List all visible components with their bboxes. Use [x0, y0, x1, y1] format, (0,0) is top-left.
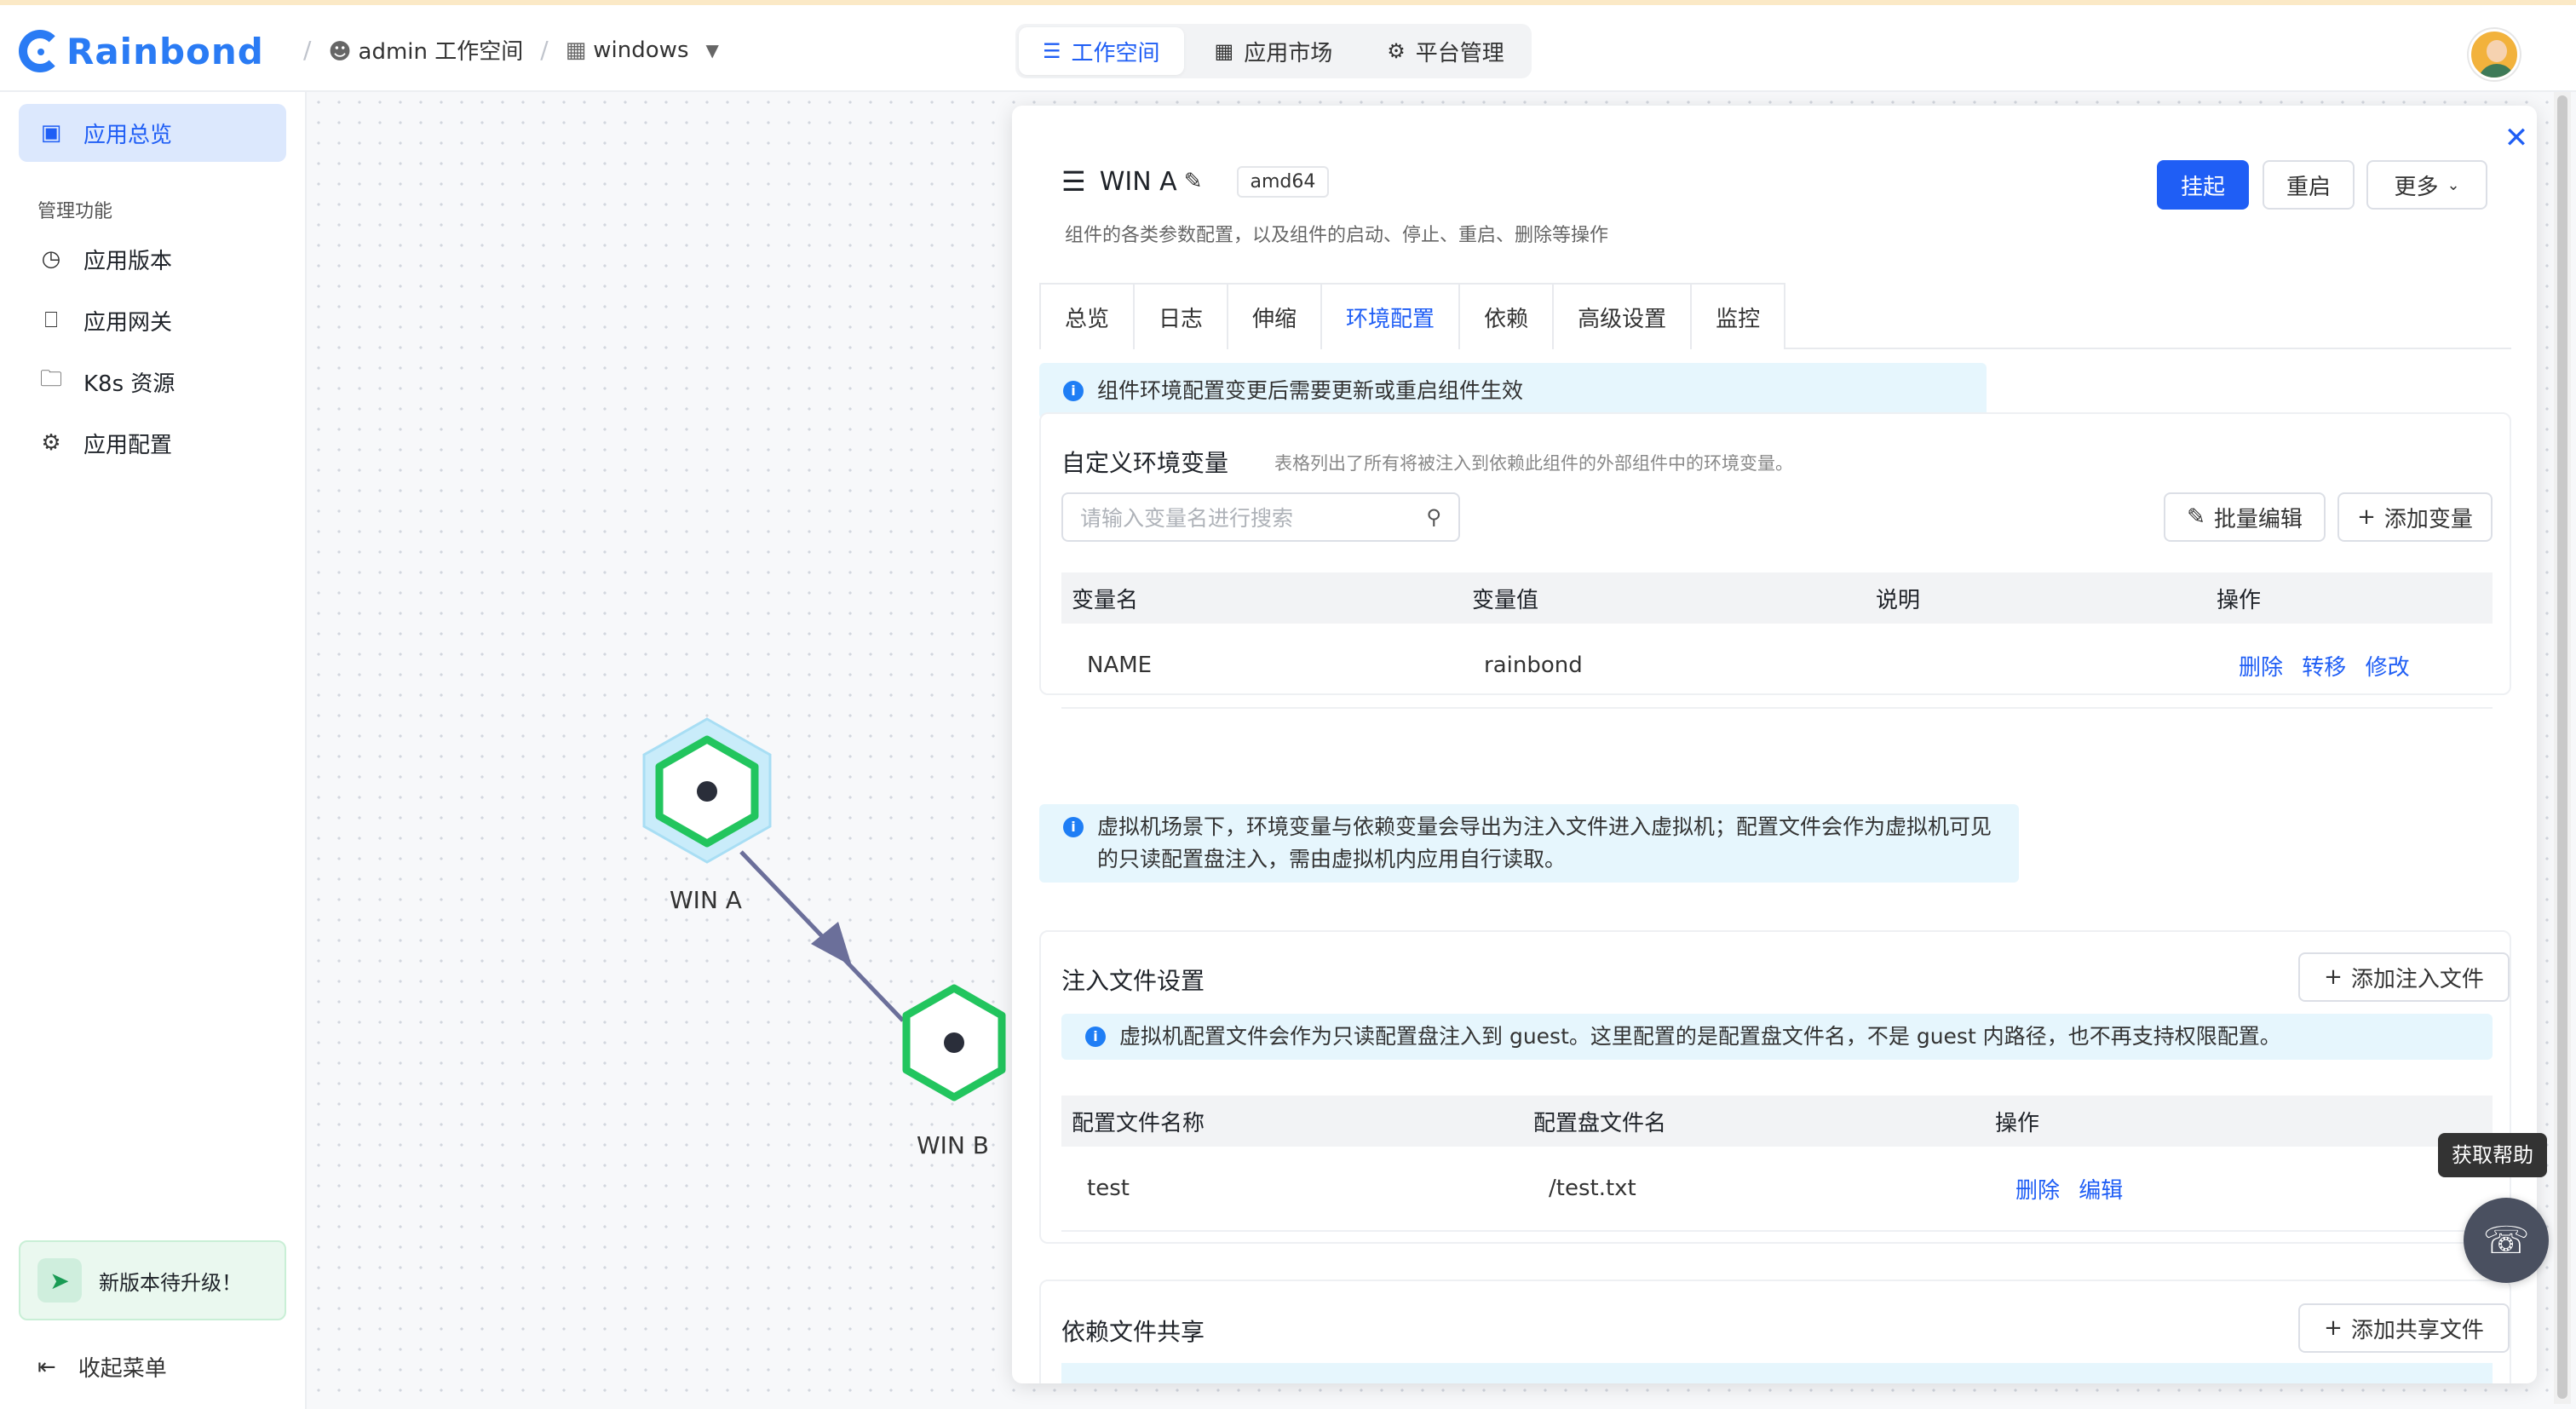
- add-var-button[interactable]: + 添加变量: [2337, 492, 2493, 542]
- batch-edit-label: 批量编辑: [2213, 506, 2303, 532]
- plus-icon: +: [2324, 1315, 2343, 1341]
- layers-icon: ☰: [1061, 165, 1086, 198]
- chevron-down-icon: ⌄: [2447, 175, 2460, 194]
- restart-button[interactable]: 重启: [2263, 160, 2355, 210]
- tab-label: 监控: [1716, 306, 1761, 332]
- inject-files-card: 注入文件设置 + 添加注入文件 i 虚拟机配置文件会作为只读配置盘注入到 gue…: [1039, 930, 2511, 1244]
- help-tooltip: 获取帮助: [2438, 1133, 2547, 1177]
- node-label-win-b: WIN B: [917, 1131, 989, 1159]
- drawer-subtitle: 组件的各类参数配置，以及组件的启动、停止、重启、删除等操作: [1065, 225, 1609, 246]
- plus-icon: +: [2324, 964, 2343, 990]
- edit-icon: ✎: [2187, 504, 2205, 530]
- suspend-label: 挂起: [2180, 174, 2225, 200]
- add-inject-file-button[interactable]: + 添加注入文件: [2298, 952, 2510, 1002]
- close-icon[interactable]: ✕: [2499, 121, 2533, 155]
- tab-label: 环境配置: [1346, 306, 1435, 332]
- tab-dependencies[interactable]: 依赖: [1458, 283, 1553, 349]
- add-shared-file-label: 添加共享文件: [2350, 1317, 2484, 1343]
- info-icon: i: [1085, 1027, 1106, 1047]
- tab-advanced[interactable]: 高级设置: [1552, 283, 1691, 349]
- env-notice-text: 组件环境配置变更后需要更新或重启组件生效: [1097, 378, 1524, 403]
- tab-label: 总览: [1065, 306, 1110, 332]
- restart-label: 重启: [2286, 174, 2331, 200]
- tab-logs[interactable]: 日志: [1133, 283, 1228, 349]
- transfer-link[interactable]: 转移: [2302, 655, 2346, 681]
- modify-link[interactable]: 修改: [2366, 655, 2410, 681]
- node-core: [944, 1032, 964, 1053]
- column-header: 操作: [1995, 1110, 2040, 1136]
- env-var-name: NAME: [1087, 653, 1153, 678]
- add-inject-file-label: 添加注入文件: [2350, 966, 2484, 992]
- suspend-button[interactable]: 挂起: [2157, 160, 2249, 210]
- env-notice: i 组件环境配置变更后需要更新或重启组件生效: [1039, 363, 1987, 419]
- tab-overview[interactable]: 总览: [1039, 283, 1134, 349]
- node-core: [697, 781, 717, 802]
- inject-notice-text: 虚拟机配置文件会作为只读配置盘注入到 guest。这里配置的是配置盘文件名，不是…: [1119, 1024, 2281, 1049]
- inject-card-title: 注入文件设置: [1061, 967, 1205, 995]
- headset-icon: ☏: [2482, 1218, 2530, 1262]
- drawer-tabs: 总览 日志 伸缩 环境配置 依赖 高级设置 监控: [1039, 283, 2511, 349]
- component-drawer: ✕ ☰ WIN A ✎ amd64 组件的各类参数配置，以及组件的启动、停止、重…: [1012, 106, 2537, 1383]
- env-table-header: 变量名 变量值 说明 操作: [1061, 572, 2493, 624]
- inject-notice: i 虚拟机配置文件会作为只读配置盘注入到 guest。这里配置的是配置盘文件名，…: [1061, 1014, 2493, 1060]
- table-row: test /test.txt 删除 编辑: [1061, 1147, 2493, 1232]
- tab-scaling[interactable]: 伸缩: [1227, 283, 1321, 349]
- add-var-label: 添加变量: [2383, 506, 2473, 532]
- env-vars-card: 自定义环境变量 表格列出了所有将被注入到依赖此组件的外部组件中的环境变量。 请输…: [1039, 412, 2511, 709]
- more-button[interactable]: 更多 ⌄: [2366, 160, 2487, 210]
- column-header: 配置文件名称: [1072, 1110, 1205, 1136]
- component-name: WIN A: [1099, 166, 1177, 197]
- add-shared-file-button[interactable]: + 添加共享文件: [2298, 1303, 2510, 1353]
- tab-label: 伸缩: [1252, 306, 1297, 332]
- column-header: 变量名: [1072, 587, 1139, 613]
- search-input[interactable]: 请输入变量名进行搜索 ⚲: [1061, 492, 1460, 542]
- info-icon: i: [1063, 817, 1084, 837]
- tab-env-config[interactable]: 环境配置: [1320, 283, 1459, 349]
- column-header: 变量值: [1472, 587, 1539, 613]
- help-button[interactable]: ☏: [2464, 1198, 2549, 1283]
- inject-table-header: 配置文件名称 配置盘文件名 操作: [1061, 1096, 2493, 1147]
- column-header: 配置盘文件名: [1533, 1110, 1667, 1136]
- node-label-win-a: WIN A: [670, 886, 742, 914]
- inject-disk-file: /test.txt: [1549, 1176, 1636, 1201]
- vm-notice-text: 虚拟机场景下，环境变量与依赖变量会导出为注入文件进入虚拟机；配置文件会作为虚拟机…: [1097, 814, 1992, 871]
- env-card-title: 自定义环境变量: [1061, 449, 1229, 477]
- tab-label: 依赖: [1484, 306, 1529, 332]
- env-var-value: rainbond: [1484, 653, 1583, 678]
- search-icon: ⚲: [1426, 505, 1441, 529]
- batch-edit-button[interactable]: ✎ 批量编辑: [2164, 492, 2326, 542]
- column-header: 说明: [1876, 587, 1921, 613]
- tab-label: 高级设置: [1578, 306, 1667, 332]
- node-win-a[interactable]: [630, 712, 784, 883]
- delete-link[interactable]: 删除: [2015, 1178, 2060, 1204]
- search-placeholder: 请输入变量名进行搜索: [1080, 506, 1294, 531]
- scrollbar-thumb[interactable]: [2557, 95, 2567, 1399]
- page-scrollbar[interactable]: [2554, 92, 2571, 1404]
- tab-monitor[interactable]: 监控: [1690, 283, 1786, 349]
- share-card-title: 依赖文件共享: [1061, 1318, 1205, 1346]
- share-notice-partial: [1061, 1363, 2493, 1383]
- table-row: NAME rainbond 删除 转移 修改: [1061, 624, 2493, 709]
- inject-file-name: test: [1087, 1176, 1130, 1201]
- vm-notice: i 虚拟机场景下，环境变量与依赖变量会导出为注入文件进入虚拟机；配置文件会作为虚…: [1039, 804, 2019, 883]
- plus-icon: +: [2357, 504, 2376, 530]
- node-win-b[interactable]: [877, 973, 1031, 1143]
- column-header: 操作: [2217, 587, 2262, 613]
- edit-link[interactable]: 编辑: [2079, 1178, 2123, 1204]
- arch-badge: amd64: [1236, 165, 1330, 198]
- edit-icon[interactable]: ✎: [1184, 169, 1203, 194]
- tab-label: 日志: [1159, 306, 1204, 332]
- info-icon: i: [1063, 381, 1084, 401]
- shared-files-card: 依赖文件共享 + 添加共享文件: [1039, 1280, 2511, 1383]
- env-card-desc: 表格列出了所有将被注入到依赖此组件的外部组件中的环境变量。: [1274, 453, 1793, 474]
- more-label: 更多: [2394, 174, 2439, 200]
- delete-link[interactable]: 删除: [2239, 655, 2283, 681]
- drawer-title: ☰ WIN A ✎ amd64: [1061, 165, 1330, 198]
